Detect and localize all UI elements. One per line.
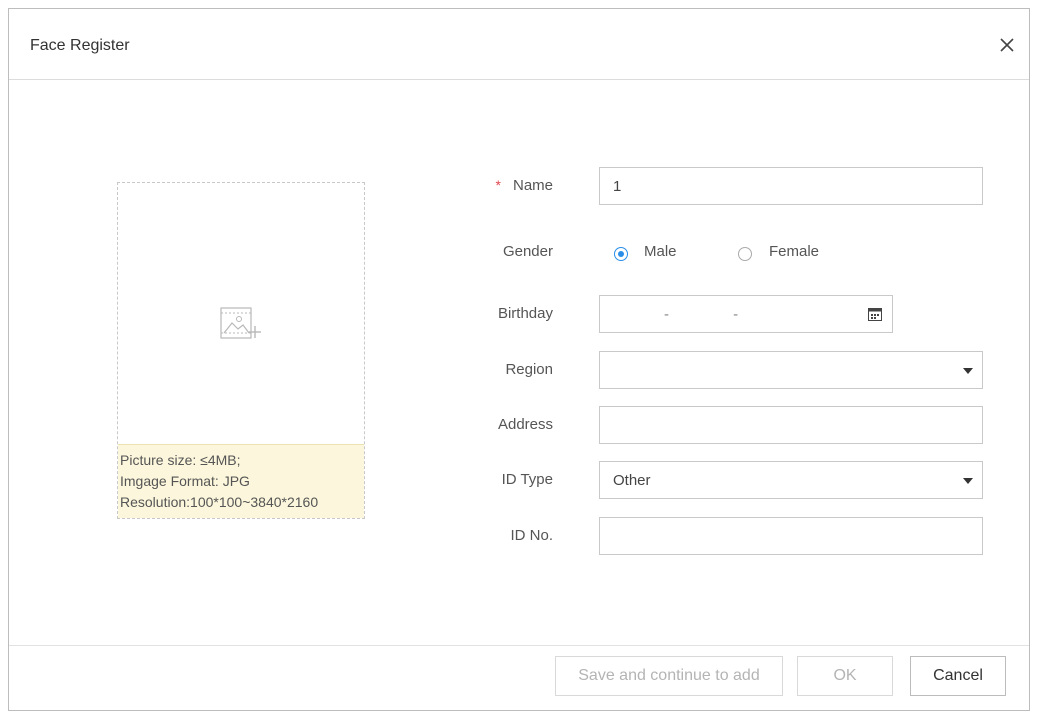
address-label: Address [497, 416, 553, 433]
calendar-icon[interactable] [868, 307, 882, 325]
ok-button[interactable]: OK [797, 656, 893, 696]
gender-label: Gender [502, 243, 553, 260]
chevron-down-icon[interactable] [963, 478, 973, 484]
gender-female-radio[interactable] [738, 247, 752, 261]
cancel-button[interactable]: Cancel [910, 656, 1006, 696]
face-image-upload-area[interactable]: Picture size: ≤4MB; Imgage Format: JPG R… [117, 182, 365, 519]
dialog-header: Face Register [9, 9, 1029, 80]
id-no-label: ID No. [510, 527, 553, 544]
birthday-value: - - [664, 305, 769, 323]
hint-picture-size: Picture size: ≤4MB; [120, 452, 241, 468]
dialog-title: Face Register [30, 37, 130, 54]
address-field[interactable] [599, 406, 983, 444]
upload-requirements-hint: Picture size: ≤4MB; Imgage Format: JPG R… [118, 444, 364, 518]
birthday-field[interactable]: - - [599, 295, 893, 333]
save-and-continue-button[interactable]: Save and continue to add [555, 656, 783, 696]
region-select[interactable] [599, 351, 983, 389]
close-icon[interactable] [995, 33, 1019, 57]
face-register-dialog: Face Register Picture size: ≤4MB; Imgage… [8, 8, 1030, 711]
name-label: Name [512, 177, 553, 194]
gender-male-label[interactable]: Male [644, 243, 677, 260]
id-type-label: ID Type [501, 471, 553, 488]
dialog-footer: Save and continue to add OK Cancel [9, 645, 1029, 710]
name-field[interactable]: 1 [599, 167, 983, 205]
gender-female-label[interactable]: Female [769, 243, 819, 260]
id-type-select[interactable]: Other [599, 461, 983, 499]
gender-male-radio[interactable] [614, 247, 628, 261]
chevron-down-icon[interactable] [963, 368, 973, 374]
name-label-row: * Name [496, 177, 553, 194]
hint-image-format: Imgage Format: JPG [120, 473, 250, 489]
birthday-label: Birthday [497, 305, 553, 322]
add-image-icon[interactable] [219, 304, 263, 349]
region-label: Region [505, 361, 553, 378]
required-asterisk: * [495, 177, 501, 193]
id-type-value: Other [613, 471, 651, 489]
name-value: 1 [613, 177, 622, 195]
id-no-field[interactable] [599, 517, 983, 555]
hint-resolution: Resolution:100*100~3840*2160 [120, 494, 319, 510]
